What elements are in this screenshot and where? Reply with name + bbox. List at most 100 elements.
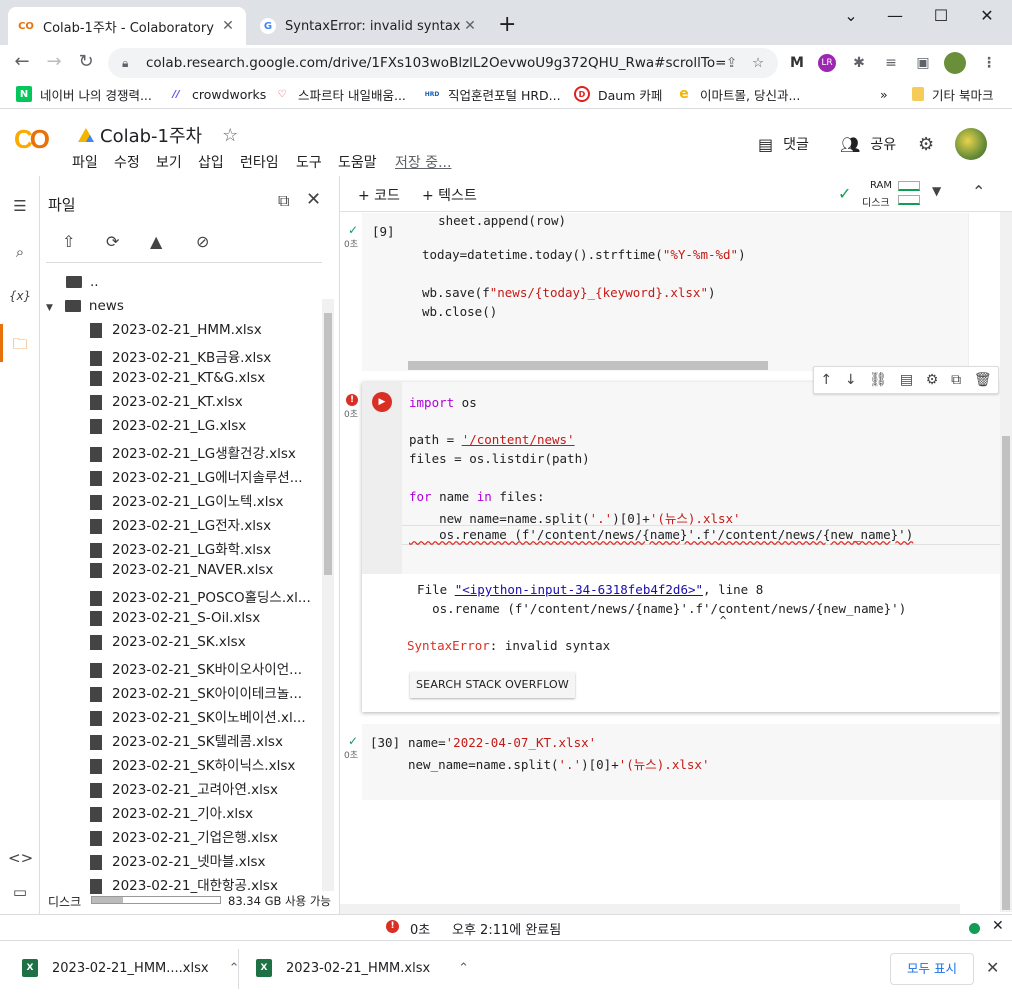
forward-icon[interactable]: → [42,50,66,74]
comment-icon[interactable]: ▤ [900,372,913,388]
share-page-icon[interactable]: ⇪ [726,55,752,71]
search-stack-overflow-button[interactable]: SEARCH STACK OVERFLOW [410,672,575,698]
other-bookmarks[interactable]: 기타 북마크 [912,84,993,104]
file-item[interactable]: 2023-02-21_LG생활건강.xlsx [90,442,318,462]
close-window-icon[interactable]: ✕ [964,6,1010,25]
show-all-downloads-button[interactable]: 모두 표시 [890,953,974,985]
file-item[interactable]: 2023-02-21_고려아연.xlsx [90,778,318,798]
move-down-icon[interactable]: ↓ [845,372,857,388]
comment-button[interactable]: ▤ 댓글 [758,134,809,154]
collapse-header-icon[interactable]: ⌃ [972,182,985,201]
maximize-icon[interactable]: ☐ [918,6,964,25]
notebook-scrollbar[interactable] [1000,212,1012,912]
file-item[interactable]: 2023-02-21_NAVER.xlsx [90,562,318,578]
user-avatar[interactable] [955,128,987,160]
add-text-button[interactable]: + 텍스트 [422,185,477,205]
address-bar[interactable]: 🔒︎ colab.research.google.com/drive/1FXs1… [108,48,778,78]
bookmark-star-icon[interactable]: ☆ [752,55,778,71]
close-tab-icon[interactable]: ✕ [220,18,236,34]
file-item[interactable]: 2023-02-21_LG화학.xlsx [90,538,318,558]
colab-logo-icon[interactable]: CO [14,124,50,155]
settings-gear-icon[interactable]: ⚙ [918,134,934,155]
new-tab-button[interactable]: + [498,12,516,37]
scrollbar-thumb[interactable] [324,313,332,575]
expand-chevron-icon[interactable]: ▼ [46,303,53,313]
open-in-tab-icon[interactable]: ⧉ [278,191,289,211]
media-queue-icon[interactable]: ≡ [880,52,902,74]
file-item[interactable]: 2023-02-21_LG.xlsx [90,418,318,434]
file-item[interactable]: 2023-02-21_KT.xlsx [90,394,318,410]
star-icon[interactable]: ☆ [222,125,238,146]
move-up-icon[interactable]: ↑ [820,372,832,388]
file-item[interactable]: 2023-02-21_SK아이이테크놀... [90,682,318,702]
tab-colab[interactable]: CO Colab-1주차 - Colaboratory ✕ [8,7,246,45]
parent-folder-item[interactable]: .. [66,274,99,290]
reload-icon[interactable]: ↻ [74,50,98,74]
file-item[interactable]: 2023-02-21_KB금융.xlsx [90,346,318,366]
extension-m-icon[interactable]: M [786,52,808,74]
run-cell-button[interactable]: ▶ [372,392,392,412]
file-item[interactable]: 2023-02-21_넷마블.xlsx [90,850,318,870]
file-item[interactable]: 2023-02-21_기업은행.xlsx [90,826,318,846]
tab-search-icon[interactable]: ⌄ [828,6,874,25]
tab-syntaxerror[interactable]: G SyntaxError: invalid syntax site:st ✕ [250,7,488,45]
scrollbar-thumb[interactable] [1002,436,1010,910]
cell-settings-icon[interactable]: ⚙ [926,372,939,388]
file-item[interactable]: 2023-02-21_LG전자.xlsx [90,514,318,534]
close-downloads-icon[interactable]: ✕ [986,958,999,977]
file-item[interactable]: 2023-02-21_POSCO홀딩스.xl... [90,586,318,606]
command-palette-icon[interactable]: ▭ [8,880,32,904]
profile-avatar[interactable] [944,52,966,74]
table-of-contents-icon[interactable]: ☰ [8,194,32,218]
close-panel-icon[interactable]: ✕ [306,189,321,210]
variables-icon[interactable]: {x} [8,284,32,308]
upload-icon[interactable]: ⇧ [62,232,75,251]
status-completed[interactable]: 오후 2:11에 완료됨 [452,919,561,938]
code-snippets-icon[interactable]: <> [8,846,33,870]
file-item[interactable]: 2023-02-21_SK.xlsx [90,634,318,650]
close-status-icon[interactable]: ✕ [992,918,1004,934]
files-scrollbar[interactable] [322,299,334,891]
file-item[interactable]: 2023-02-21_SK텔레콤.xlsx [90,730,318,750]
file-item[interactable]: 2023-02-21_HMM.xlsx [90,322,318,338]
extensions-puzzle-icon[interactable]: ✱ [848,52,870,74]
link-icon[interactable]: ⛓ [869,372,887,388]
menu-runtime[interactable]: 런타임 [240,152,279,172]
hide-files-icon[interactable]: ⊘ [196,232,209,251]
download-item-1[interactable]: X 2023-02-21_HMM....xlsx ⌃ [22,959,239,977]
menu-edit[interactable]: 수정 [114,152,140,172]
mount-drive-icon[interactable]: ▲ [150,232,162,251]
resources-dropdown-icon[interactable]: ▼ [932,184,941,198]
file-item[interactable]: 2023-02-21_KT&G.xlsx [90,370,318,386]
menu-tools[interactable]: 도구 [296,152,322,172]
code-cell-2[interactable]: ▶ import os path = '/content/news' files… [362,382,1000,712]
back-icon[interactable]: ← [10,50,34,74]
bookmark-hrd[interactable]: HRD 직업훈련포털 HRD... [424,84,561,104]
minimize-icon[interactable]: — [872,6,918,25]
file-item[interactable]: 2023-02-21_LG에너지솔루션... [90,466,318,486]
file-item[interactable]: 2023-02-21_기아.xlsx [90,802,318,822]
bookmark-naver[interactable]: N 네이버 나의 경쟁력... [16,84,152,104]
file-item[interactable]: 2023-02-21_SK하이닉스.xlsx [90,754,318,774]
error-file-link[interactable]: "<ipython-input-34-6318feb4f2d6>" [455,582,703,597]
menu-help[interactable]: 도움말 [338,152,377,172]
browser-menu-icon[interactable]: ⋮ [978,52,1000,74]
notebook-hscrollbar[interactable] [340,904,960,914]
download-item-2[interactable]: X 2023-02-21_HMM.xlsx ⌃ [256,959,469,977]
file-item[interactable]: 2023-02-21_대한항공.xlsx [90,874,318,894]
bookmark-crowdworks[interactable]: // crowdworks [168,84,266,104]
add-code-button[interactable]: + 코드 [358,185,400,205]
code-cell-3[interactable]: name='2022-04-07_KT.xlsx' new_name=name.… [362,724,1000,800]
file-item[interactable]: 2023-02-21_SK바이오사이언... [90,658,318,678]
menu-file[interactable]: 파일 [72,152,98,172]
code-cell-1[interactable]: sheet.append(row) today=datetime.today()… [362,213,968,371]
chevron-up-icon[interactable]: ⌃ [458,961,469,976]
delete-icon[interactable]: 🗑︎ [974,372,992,388]
side-panel-icon[interactable]: ▣ [912,52,934,74]
share-button[interactable]: 👥︎ 공유 [840,134,896,154]
file-item[interactable]: 2023-02-21_SK이노베이션.xl... [90,706,318,726]
bookmark-sparta[interactable]: ♡ 스파르타 내일배움... [274,84,406,104]
bookmark-daum[interactable]: D Daum 카페 [574,84,662,104]
bookmark-emart[interactable]: e 이마트몰, 당신과... [676,84,800,104]
saving-status[interactable]: 저장 중... [395,152,451,172]
